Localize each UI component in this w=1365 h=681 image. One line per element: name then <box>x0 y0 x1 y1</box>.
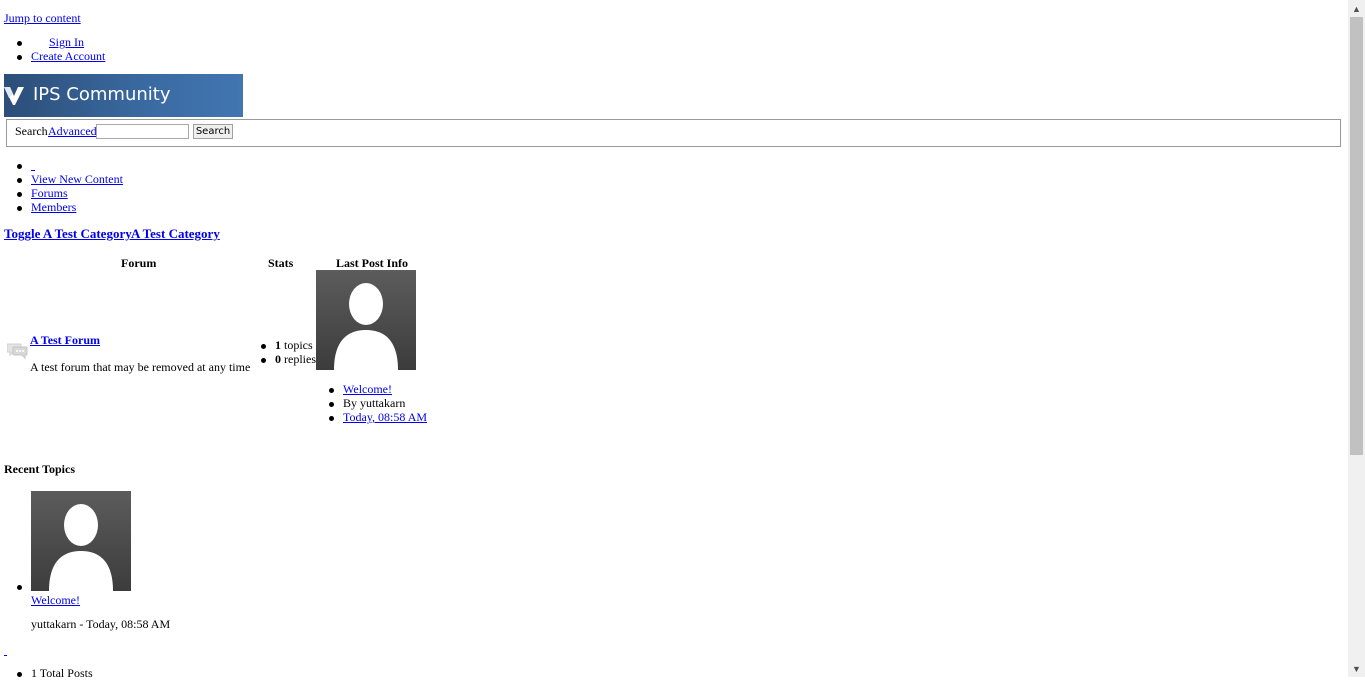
list-bullet <box>17 55 22 60</box>
list-bullet <box>261 344 266 349</box>
nav-forums[interactable]: Forums <box>31 186 68 201</box>
total-posts-stat: 1 Total Posts <box>31 666 93 680</box>
list-bullet <box>17 672 22 677</box>
category-title-link[interactable]: A Test Category <box>131 226 220 242</box>
list-bullet <box>17 192 22 197</box>
advanced-search-link[interactable]: Advanced <box>48 124 97 139</box>
list-bullet <box>17 585 22 590</box>
list-bullet <box>17 164 22 169</box>
forum-column-header: Forum <box>121 256 157 270</box>
last-post-author: By yuttakarn <box>343 396 406 410</box>
toggle-category-link[interactable]: Toggle A Test Category <box>4 226 132 242</box>
stats-column-header: Stats <box>268 256 294 270</box>
list-bullet <box>329 402 334 407</box>
scroll-down-arrow-icon[interactable]: ▼ <box>1348 660 1365 677</box>
recent-topics-heading: Recent Topics <box>4 462 76 476</box>
logo-text: IPS Community <box>33 84 171 105</box>
list-bullet <box>17 206 22 211</box>
topics-label: topics <box>284 338 313 352</box>
scroll-up-arrow-icon[interactable]: ▲ <box>1348 0 1365 17</box>
search-label: Search <box>15 124 48 138</box>
recent-topic-avatar[interactable] <box>31 491 131 591</box>
stats-anchor-link[interactable] <box>4 643 7 656</box>
list-bullet <box>261 358 266 363</box>
replies-stat: 0 replies <box>275 352 316 367</box>
replies-count: 0 <box>275 352 281 366</box>
list-bullet <box>17 41 22 46</box>
last-post-column-header: Last Post Info <box>336 256 409 270</box>
nav-members[interactable]: Members <box>31 200 76 215</box>
forum-read-icon <box>7 343 28 359</box>
nav-view-new-content[interactable]: View New Content <box>31 172 123 187</box>
topics-stat: 1 topics <box>275 338 313 353</box>
list-bullet <box>17 178 22 183</box>
replies-label: replies <box>284 352 316 366</box>
last-post-title-link[interactable]: Welcome! <box>343 382 392 397</box>
scroll-thumb[interactable] <box>1350 17 1363 455</box>
search-button[interactable]: Search <box>193 124 233 139</box>
forum-description: A test forum that may be removed at any … <box>30 360 251 374</box>
home-nav-link[interactable] <box>31 158 35 171</box>
recent-topic-title-link[interactable]: Welcome! <box>31 593 80 608</box>
forum-title-link[interactable]: A Test Forum <box>30 333 100 348</box>
sign-in-link[interactable]: Sign In <box>49 35 84 50</box>
default-avatar-icon <box>49 504 113 591</box>
last-post-date-link[interactable]: Today, 08:58 AM <box>343 410 427 425</box>
logo-mark-icon <box>4 87 24 105</box>
recent-topic-meta: yuttakarn - Today, 08:58 AM <box>31 617 171 631</box>
list-bullet <box>329 416 334 421</box>
list-bullet <box>329 388 334 393</box>
jump-to-content-link[interactable]: Jump to content <box>4 11 81 26</box>
site-logo[interactable]: IPS Community <box>4 74 243 117</box>
create-account-link[interactable]: Create Account <box>31 49 105 64</box>
topics-count: 1 <box>275 338 281 352</box>
last-poster-avatar[interactable] <box>316 270 416 370</box>
default-avatar-icon <box>334 283 398 370</box>
page: Jump to content Sign In Create Account I… <box>0 0 1348 680</box>
search-input[interactable] <box>96 124 189 139</box>
vertical-scrollbar[interactable]: ▲ ▼ <box>1348 0 1365 677</box>
